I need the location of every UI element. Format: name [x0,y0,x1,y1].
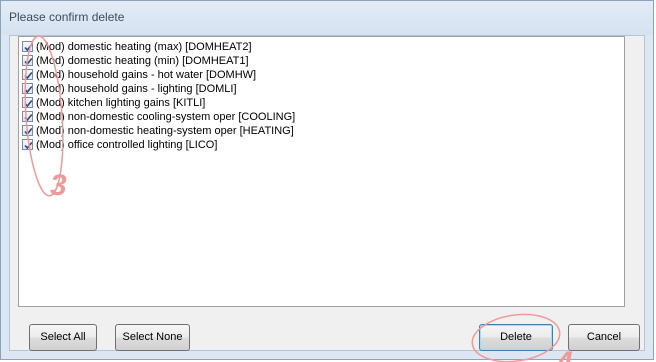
checkbox-checked[interactable] [22,97,33,108]
checkmark-icon [24,85,33,94]
checkmark-icon [24,141,33,150]
checkbox-checked[interactable] [22,55,33,66]
checkbox-checked[interactable] [22,139,33,150]
list-item-label: (Mod) household gains - lighting [DOMLI] [36,83,237,95]
dialog-title: Please confirm delete [9,10,125,24]
select-all-button[interactable]: Select All [29,324,97,351]
list-item-label: (Mod) domestic heating (max) [DOMHEAT2] [36,41,252,53]
checkbox-checked[interactable] [22,125,33,136]
list-item-label: (Mod) non-domestic cooling-system oper [… [36,111,296,123]
select-none-button[interactable]: Select None [115,324,190,351]
checkmark-icon [24,127,33,136]
list-item-label: (Mod) domestic heating (min) [DOMHEAT1] [36,55,249,67]
list-item-label: (Mod) kitchen lighting gains [KITLI] [36,97,206,109]
checkbox-checked[interactable] [22,69,33,80]
checkbox-checked[interactable] [22,111,33,122]
checkmark-icon [24,113,33,122]
list-item-label: (Mod) household gains - hot water [DOMHW… [36,69,257,81]
list-item-label: (Mod) office controlled lighting [LICO] [36,139,218,151]
list-item-label: (Mod) non-domestic heating-system oper [… [36,125,294,137]
checkbox-checked[interactable] [22,83,33,94]
checkmark-icon [24,71,33,80]
checkmark-icon [24,57,33,66]
delete-button[interactable]: Delete [479,324,553,351]
checkmark-icon [24,99,33,108]
checkmark-icon [24,43,33,52]
delete-items-list[interactable]: (Mod) domestic heating (max) [DOMHEAT2] … [18,36,625,307]
checkbox-checked[interactable] [22,41,33,52]
dialog-titlebar[interactable]: Please confirm delete [1,1,653,35]
cancel-button[interactable]: Cancel [568,324,640,351]
